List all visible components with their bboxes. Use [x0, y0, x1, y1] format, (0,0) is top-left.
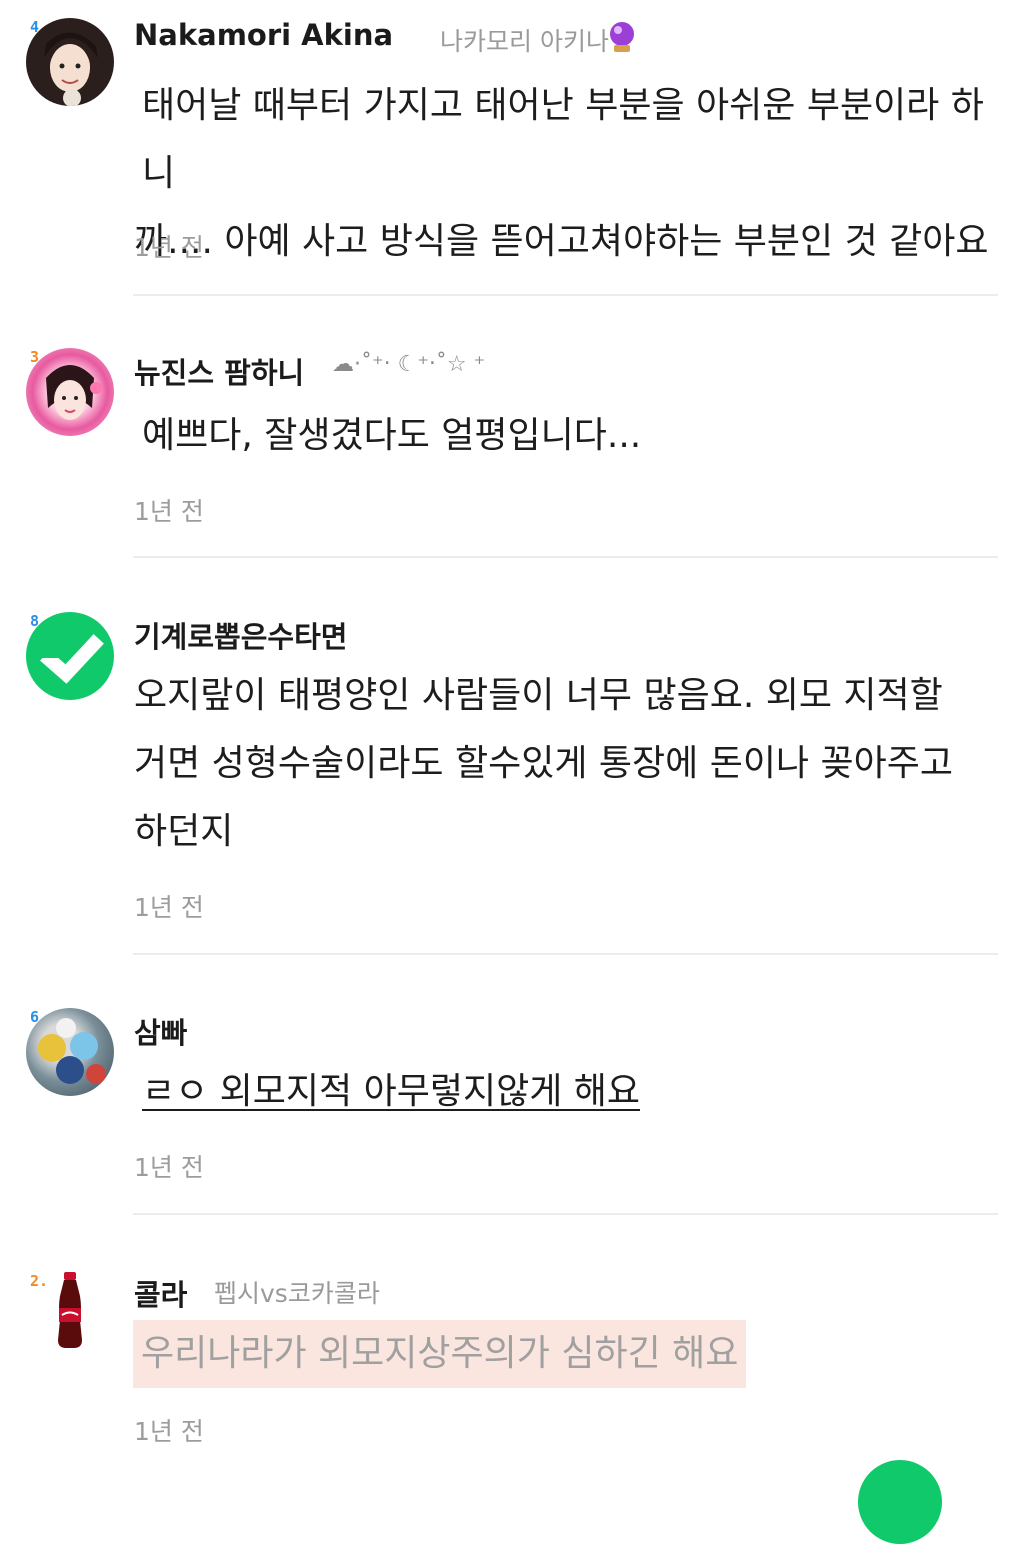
comment-text: ㄹㅇ 외모지적 아무렇지않게 해요: [134, 1058, 994, 1126]
comment-link[interactable]: ㄹㅇ 외모지적 아무렇지않게 해요: [142, 1071, 640, 1112]
author-name[interactable]: 콜라: [134, 1272, 187, 1314]
crystal-ball-icon: [606, 20, 638, 54]
author-name[interactable]: Nakamori Akina: [134, 18, 393, 52]
avatar[interactable]: 8: [26, 612, 116, 702]
author-nickname: 펩시vs코카콜라: [214, 1279, 380, 1308]
author-nickname: ☁·˚⁺‧ ☾⁺‧˚☆ ⁺: [332, 352, 486, 377]
comment-text: 태어날 때부터 가지고 태어난 부분을 아쉬운 부분이라 하니 까.... 아예…: [134, 85, 989, 262]
timestamp: 1년 전: [134, 893, 204, 922]
profile-photo: [26, 612, 114, 700]
timestamp: 1년 전: [134, 1153, 204, 1182]
divider: [133, 1213, 998, 1215]
comment-text: 오지랖이 태평양인 사람들이 너무 많음요. 외모 지적할 거면 성형수술이라도…: [134, 675, 953, 852]
timestamp: 1년 전: [134, 1417, 204, 1446]
profile-photo: [26, 18, 114, 106]
floating-action-button[interactable]: [858, 1460, 942, 1544]
author-name[interactable]: 기계로뽑은수타면: [134, 614, 347, 656]
author-name[interactable]: 삼빠: [134, 1010, 187, 1052]
level-badge: 4: [30, 18, 40, 36]
comment-text: 예쁘다, 잘생겼다도 얼평입니다...: [142, 415, 642, 456]
avatar[interactable]: 4: [26, 18, 116, 108]
divider: [133, 294, 998, 296]
divider: [133, 556, 998, 558]
timestamp: 1년 전: [134, 233, 204, 262]
avatar[interactable]: 6: [26, 1008, 116, 1098]
level-badge: 2.: [30, 1272, 49, 1290]
level-badge: 8: [30, 612, 40, 630]
divider: [133, 953, 998, 955]
level-badge: 6: [30, 1008, 40, 1026]
profile-photo: [26, 1008, 114, 1096]
author-name[interactable]: 뉴진스 팜하니: [134, 350, 304, 392]
timestamp: 1년 전: [134, 497, 204, 526]
author-nickname: 나카모리 아키나: [440, 27, 609, 56]
avatar[interactable]: 3: [26, 348, 116, 438]
level-badge: 3: [30, 348, 40, 366]
comment-text: 우리나라가 외모지상주의가 심하긴 해요: [133, 1320, 747, 1388]
profile-photo: [26, 348, 114, 436]
avatar[interactable]: 2.: [26, 1268, 116, 1358]
